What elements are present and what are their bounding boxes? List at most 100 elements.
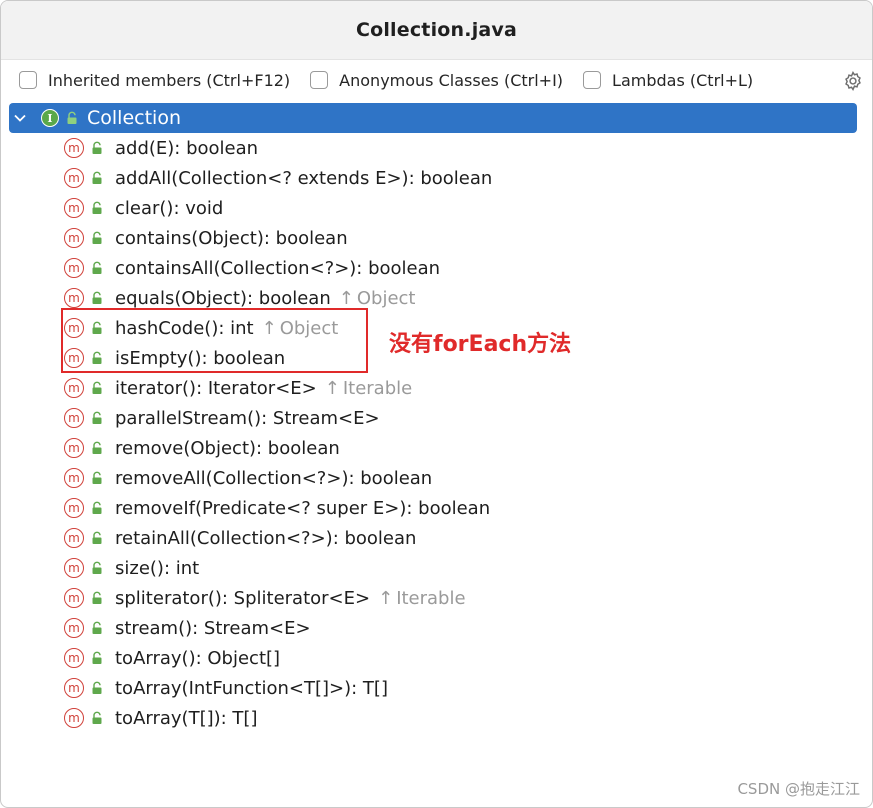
member-signature: stream(): Stream<E> <box>115 617 311 639</box>
lambdas-toggle[interactable]: Lambdas (Ctrl+L) <box>583 71 753 90</box>
method-icon: m <box>64 528 84 548</box>
member-row[interactable]: m size(): int <box>9 553 857 583</box>
lock-icon <box>92 261 102 274</box>
inherited-source: Object <box>356 287 416 309</box>
method-icon: m <box>64 288 84 308</box>
inherited-members-toggle[interactable]: Inherited members (Ctrl+F12) <box>19 71 290 90</box>
method-icon: m <box>64 468 84 488</box>
member-signature: removeAll(Collection<?>): boolean <box>115 467 433 489</box>
tree-root-label: Collection <box>87 107 181 129</box>
lambdas-checkbox[interactable] <box>583 71 602 89</box>
member-row[interactable]: m add(E): boolean <box>9 133 857 163</box>
member-row[interactable]: m clear(): void <box>9 193 857 223</box>
up-arrow-icon: ↑ <box>338 287 354 309</box>
lock-icon <box>92 231 102 244</box>
lock-icon <box>92 171 102 184</box>
up-arrow-icon: ↑ <box>378 587 394 609</box>
method-icon: m <box>64 138 84 158</box>
lock-icon <box>92 531 102 544</box>
member-signature: spliterator(): Spliterator<E> <box>115 587 371 609</box>
inherited-from-label: ↑ Iterable <box>325 378 412 399</box>
window-title: Collection.java <box>355 19 518 41</box>
member-signature: isEmpty(): boolean <box>115 347 286 369</box>
method-icon: m <box>64 708 84 728</box>
lock-icon <box>92 471 102 484</box>
lock-icon <box>92 441 102 454</box>
member-signature: retainAll(Collection<?>): boolean <box>115 527 417 549</box>
member-signature: containsAll(Collection<?>): boolean <box>115 257 441 279</box>
member-row[interactable]: m addAll(Collection<? extends E>): boolea… <box>9 163 857 193</box>
title-bar: Collection.java <box>1 1 872 60</box>
anonymous-classes-checkbox[interactable] <box>310 71 329 89</box>
member-row[interactable]: m toArray(): Object[] <box>9 643 857 673</box>
lock-icon <box>92 711 102 724</box>
member-signature: toArray(IntFunction<T[]>): T[] <box>115 677 388 699</box>
inherited-from-label: ↑ Object <box>262 318 339 339</box>
lock-icon <box>92 321 102 334</box>
member-row[interactable]: m removeAll(Collection<?>): boolean <box>9 463 857 493</box>
lambdas-label: Lambdas (Ctrl+L) <box>612 70 754 90</box>
lock-icon <box>92 141 102 154</box>
gear-icon[interactable] <box>842 70 864 92</box>
lock-icon <box>92 591 102 604</box>
member-signature: equals(Object): boolean <box>115 287 331 309</box>
member-signature: parallelStream(): Stream<E> <box>115 407 380 429</box>
method-icon: m <box>64 348 84 368</box>
member-row[interactable]: m spliterator(): Spliterator<E> ↑ Iterable <box>9 583 857 613</box>
method-icon: m <box>64 558 84 578</box>
member-row[interactable]: m stream(): Stream<E> <box>9 613 857 643</box>
member-signature: toArray(T[]): T[] <box>115 707 258 729</box>
inherited-source: Iterable <box>342 377 413 399</box>
structure-tree: I Collection m add(E): boolean m addAll(Col… <box>9 103 857 733</box>
member-signature: hashCode(): int <box>115 317 254 339</box>
method-icon: m <box>64 198 84 218</box>
member-row[interactable]: m iterator(): Iterator<E> ↑ Iterable <box>9 373 857 403</box>
chevron-down-icon[interactable] <box>13 111 27 125</box>
member-row[interactable]: m parallelStream(): Stream<E> <box>9 403 857 433</box>
member-row[interactable]: m removeIf(Predicate<? super E>): boolean <box>9 493 857 523</box>
member-signature: toArray(): Object[] <box>115 647 281 669</box>
method-icon: m <box>64 318 84 338</box>
member-row[interactable]: m toArray(IntFunction<T[]>): T[] <box>9 673 857 703</box>
member-signature: clear(): void <box>115 197 224 219</box>
member-row[interactable]: m equals(Object): boolean ↑ Object <box>9 283 857 313</box>
anonymous-classes-label: Anonymous Classes (Ctrl+I) <box>339 70 564 90</box>
method-icon: m <box>64 588 84 608</box>
lock-icon <box>92 351 102 364</box>
lock-icon <box>92 201 102 214</box>
method-icon: m <box>64 378 84 398</box>
inherited-source: Iterable <box>396 587 466 609</box>
anonymous-classes-toggle[interactable]: Anonymous Classes (Ctrl+I) <box>310 71 563 90</box>
lock-icon <box>67 111 77 124</box>
method-icon: m <box>64 168 84 188</box>
inherited-source: Object <box>279 317 339 339</box>
up-arrow-icon: ↑ <box>324 377 340 399</box>
method-icon: m <box>64 678 84 698</box>
method-icon: m <box>64 438 84 458</box>
lock-icon <box>92 291 102 304</box>
method-icon: m <box>64 408 84 428</box>
tree-root-collection[interactable]: I Collection <box>9 103 857 133</box>
inherited-members-checkbox[interactable] <box>19 71 37 89</box>
member-row[interactable]: m toArray(T[]): T[] <box>9 703 857 733</box>
member-signature: addAll(Collection<? extends E>): boolean <box>115 167 493 189</box>
lock-icon <box>92 651 102 664</box>
up-arrow-icon: ↑ <box>261 317 277 339</box>
inherited-from-label: ↑ Iterable <box>378 588 465 609</box>
lock-icon <box>92 381 102 394</box>
lock-icon <box>92 501 102 514</box>
method-icon: m <box>64 618 84 638</box>
lock-icon <box>92 681 102 694</box>
watermark: CSDN @抱走江江 <box>737 780 860 798</box>
member-row[interactable]: m retainAll(Collection<?>): boolean <box>9 523 857 553</box>
member-signature: add(E): boolean <box>115 137 259 159</box>
structure-popup: Collection.java Inherited members (Ctrl+… <box>0 0 873 808</box>
method-icon: m <box>64 648 84 668</box>
lock-icon <box>92 411 102 424</box>
member-row[interactable]: m contains(Object): boolean <box>9 223 857 253</box>
member-signature: removeIf(Predicate<? super E>): boolean <box>115 497 491 519</box>
member-row[interactable]: m remove(Object): boolean <box>9 433 857 463</box>
method-icon: m <box>64 228 84 248</box>
member-signature: contains(Object): boolean <box>115 227 348 249</box>
member-row[interactable]: m containsAll(Collection<?>): boolean <box>9 253 857 283</box>
